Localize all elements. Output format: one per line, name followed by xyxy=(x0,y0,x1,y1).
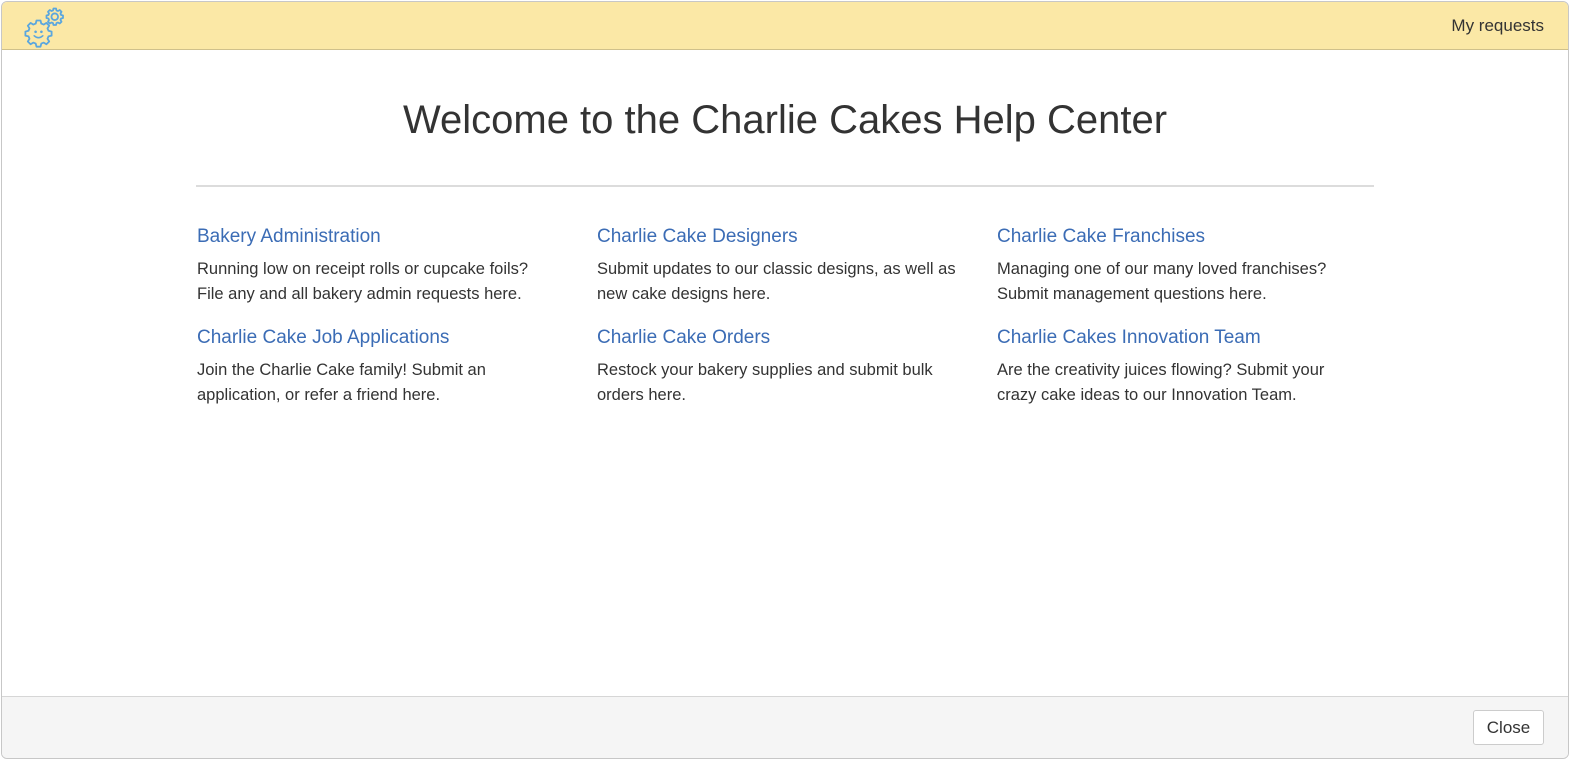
portal-card: Charlie Cake Job Applications Join the C… xyxy=(197,324,557,408)
portal-link-bakery-administration[interactable]: Bakery Administration xyxy=(197,223,557,251)
portal-grid: Bakery Administration Running low on rec… xyxy=(197,223,1397,408)
portal-link-job-applications[interactable]: Charlie Cake Job Applications xyxy=(197,324,557,352)
portal-description: Are the creativity juices flowing? Submi… xyxy=(997,361,1325,404)
title-divider xyxy=(196,185,1374,187)
header-bar: My requests xyxy=(2,2,1568,50)
portal-description: Running low on receipt rolls or cupcake … xyxy=(197,260,529,303)
portal-card: Charlie Cake Franchises Managing one of … xyxy=(997,223,1357,307)
close-button[interactable]: Close xyxy=(1473,710,1544,745)
gears-icon[interactable] xyxy=(22,6,68,48)
help-center-dialog: My requests Welcome to the Charlie Cakes… xyxy=(1,1,1569,759)
portal-description: Join the Charlie Cake family! Submit an … xyxy=(197,361,486,404)
portal-card: Charlie Cake Orders Restock your bakery … xyxy=(597,324,957,408)
portal-link-innovation-team[interactable]: Charlie Cakes Innovation Team xyxy=(997,324,1357,352)
dialog-footer: Close xyxy=(2,696,1568,758)
portal-link-cake-franchises[interactable]: Charlie Cake Franchises xyxy=(997,223,1357,251)
portal-card: Bakery Administration Running low on rec… xyxy=(197,223,557,307)
portal-description: Managing one of our many loved franchise… xyxy=(997,260,1327,303)
page-title: Welcome to the Charlie Cakes Help Center xyxy=(402,98,1168,142)
portal-description: Submit updates to our classic designs, a… xyxy=(597,260,956,303)
portal-card: Charlie Cakes Innovation Team Are the cr… xyxy=(997,324,1357,408)
portal-link-cake-orders[interactable]: Charlie Cake Orders xyxy=(597,324,957,352)
portal-link-cake-designers[interactable]: Charlie Cake Designers xyxy=(597,223,957,251)
portal-description: Restock your bakery supplies and submit … xyxy=(597,361,933,404)
portal-card: Charlie Cake Designers Submit updates to… xyxy=(597,223,957,307)
my-requests-link[interactable]: My requests xyxy=(1451,16,1544,36)
